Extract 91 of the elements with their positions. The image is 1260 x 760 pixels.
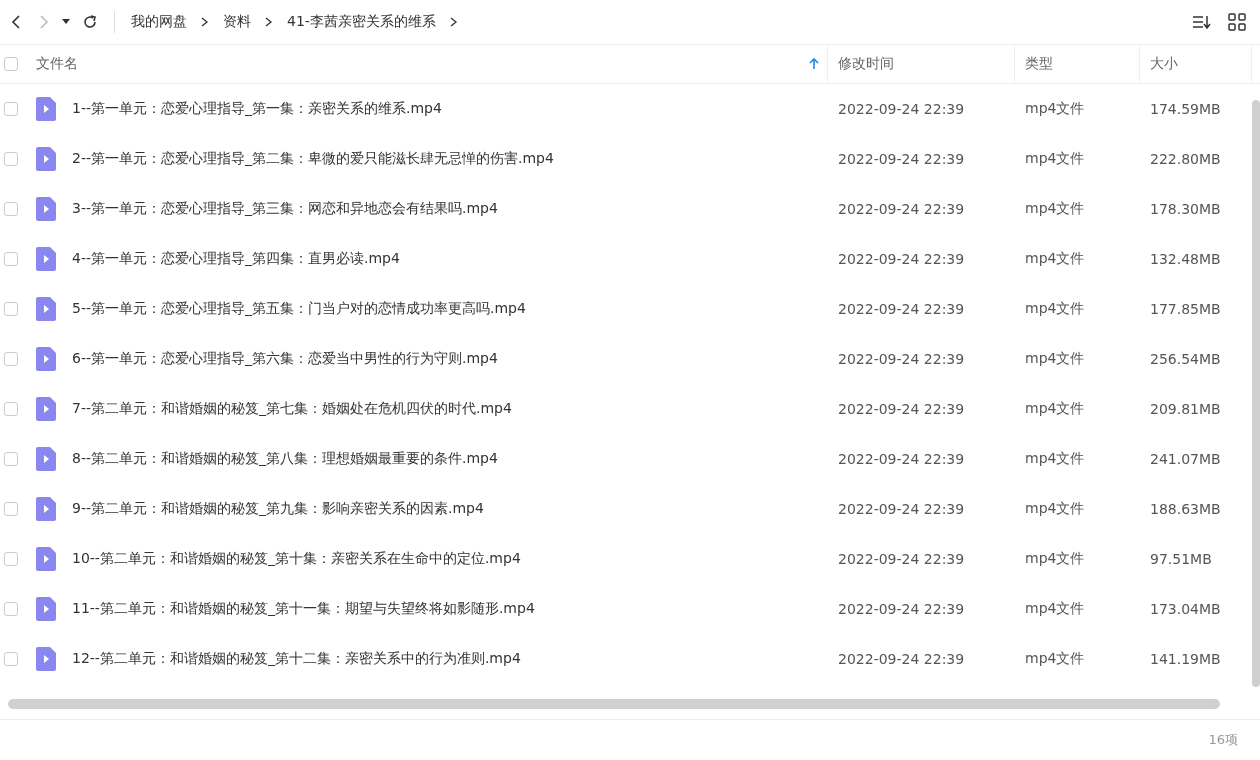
row-checkbox[interactable] (4, 102, 18, 116)
file-name[interactable]: 9--第二单元：和谐婚姻的秘笈_第九集：影响亲密关系的因素.mp4 (72, 500, 484, 518)
file-size: 178.30MB (1150, 201, 1221, 217)
video-file-icon (36, 447, 56, 471)
modified-time: 2022-09-24 22:39 (838, 351, 965, 367)
video-file-icon (36, 547, 56, 571)
file-name[interactable]: 4--第一单元：恋爱心理指导_第四集：直男必读.mp4 (72, 250, 400, 268)
file-name[interactable]: 1--第一单元：恋爱心理指导_第一集：亲密关系的维系.mp4 (72, 100, 442, 118)
video-file-icon (36, 597, 56, 621)
item-count: 16项 (1208, 731, 1238, 749)
row-checkbox[interactable] (4, 252, 18, 266)
file-type: mp4文件 (1025, 400, 1085, 418)
column-header[interactable]: 文件名 (36, 55, 809, 73)
breadcrumb-link[interactable]: 41-李茜亲密关系的维系 (283, 13, 440, 31)
file-type: mp4文件 (1025, 100, 1085, 118)
file-size: 188.63MB (1150, 501, 1221, 517)
file-type: mp4文件 (1025, 150, 1085, 168)
modified-time: 2022-09-24 22:39 (838, 301, 965, 317)
row-checkbox[interactable] (4, 352, 18, 366)
column-header[interactable]: 类型 (1025, 55, 1053, 73)
video-file-icon (36, 297, 56, 321)
file-size: 241.07MB (1150, 451, 1221, 467)
video-file-icon (36, 347, 56, 371)
forward-icon (38, 14, 50, 30)
file-size: 173.04MB (1150, 601, 1221, 617)
file-name[interactable]: 8--第二单元：和谐婚姻的秘笈_第八集：理想婚姻最重要的条件.mp4 (72, 450, 498, 468)
modified-time: 2022-09-24 22:39 (838, 651, 965, 667)
file-type: mp4文件 (1025, 550, 1085, 568)
caret-icon (62, 19, 70, 25)
row-checkbox[interactable] (4, 552, 18, 566)
chevron-right-icon (201, 17, 209, 27)
file-type: mp4文件 (1025, 350, 1085, 368)
file-type: mp4文件 (1025, 200, 1085, 218)
video-file-icon (36, 397, 56, 421)
file-size: 256.54MB (1150, 351, 1221, 367)
file-size: 209.81MB (1150, 401, 1221, 417)
row-checkbox[interactable] (4, 602, 18, 616)
video-file-icon (36, 197, 56, 221)
breadcrumb-link[interactable]: 资料 (219, 13, 255, 31)
file-size: 141.19MB (1150, 651, 1221, 667)
file-name[interactable]: 7--第二单元：和谐婚姻的秘笈_第七集：婚姻处在危机四伏的时代.mp4 (72, 400, 512, 418)
modified-time: 2022-09-24 22:39 (838, 201, 965, 217)
file-type: mp4文件 (1025, 300, 1085, 318)
modified-time: 2022-09-24 22:39 (838, 151, 965, 167)
file-size: 97.51MB (1150, 551, 1212, 567)
modified-time: 2022-09-24 22:39 (838, 251, 965, 267)
file-name[interactable]: 6--第一单元：恋爱心理指导_第六集：恋爱当中男性的行为守则.mp4 (72, 350, 498, 368)
modified-time: 2022-09-24 22:39 (838, 101, 965, 117)
modified-time: 2022-09-24 22:39 (838, 501, 965, 517)
row-checkbox[interactable] (4, 152, 18, 166)
row-checkbox[interactable] (4, 502, 18, 516)
file-size: 132.48MB (1150, 251, 1221, 267)
file-type: mp4文件 (1025, 600, 1085, 618)
row-checkbox[interactable] (4, 302, 18, 316)
file-size: 174.59MB (1150, 101, 1221, 117)
file-name[interactable]: 10--第二单元：和谐婚姻的秘笈_第十集：亲密关系在生命中的定位.mp4 (72, 550, 521, 568)
video-file-icon (36, 647, 56, 671)
row-checkbox[interactable] (4, 202, 18, 216)
file-name[interactable]: 11--第二单元：和谐婚姻的秘笈_第十一集：期望与失望终将如影随形.mp4 (72, 600, 535, 618)
modified-time: 2022-09-24 22:39 (838, 551, 965, 567)
modified-time: 2022-09-24 22:39 (838, 401, 965, 417)
row-checkbox[interactable] (4, 652, 18, 666)
chevron-right-icon (449, 17, 458, 27)
column-header[interactable]: 大小 (1150, 55, 1178, 73)
modified-time: 2022-09-24 22:39 (838, 451, 965, 467)
file-type: mp4文件 (1025, 250, 1085, 268)
chevron-right-icon (265, 17, 273, 27)
file-name[interactable]: 2--第一单元：恋爱心理指导_第二集：卑微的爱只能滋长肆无忌惮的伤害.mp4 (72, 150, 554, 168)
row-checkbox[interactable] (4, 402, 18, 416)
grid-icon (1228, 13, 1246, 31)
horizontal-scrollbar[interactable] (8, 697, 1220, 711)
file-name[interactable]: 3--第一单元：恋爱心理指导_第三集：网恋和异地恋会有结果吗.mp4 (72, 200, 498, 218)
file-type: mp4文件 (1025, 650, 1085, 668)
back-icon (10, 14, 22, 30)
file-name[interactable]: 12--第二单元：和谐婚姻的秘笈_第十二集：亲密关系中的行为准则.mp4 (72, 650, 521, 668)
file-type: mp4文件 (1025, 450, 1085, 468)
video-file-icon (36, 97, 56, 121)
video-file-icon (36, 147, 56, 171)
file-size: 222.80MB (1150, 151, 1221, 167)
row-checkbox[interactable] (4, 452, 18, 466)
file-name[interactable]: 5--第一单元：恋爱心理指导_第五集：门当户对的恋情成功率更高吗.mp4 (72, 300, 526, 318)
file-size: 177.85MB (1150, 301, 1221, 317)
breadcrumb-link[interactable]: 我的网盘 (127, 13, 191, 31)
video-file-icon (36, 247, 56, 271)
refresh-icon (82, 14, 98, 30)
select-all-checkbox[interactable] (4, 57, 18, 71)
modified-time: 2022-09-24 22:39 (838, 601, 965, 617)
file-type: mp4文件 (1025, 500, 1085, 518)
column-header[interactable]: 修改时间 (838, 55, 894, 73)
video-file-icon (36, 497, 56, 521)
sort-icon (1192, 14, 1212, 30)
